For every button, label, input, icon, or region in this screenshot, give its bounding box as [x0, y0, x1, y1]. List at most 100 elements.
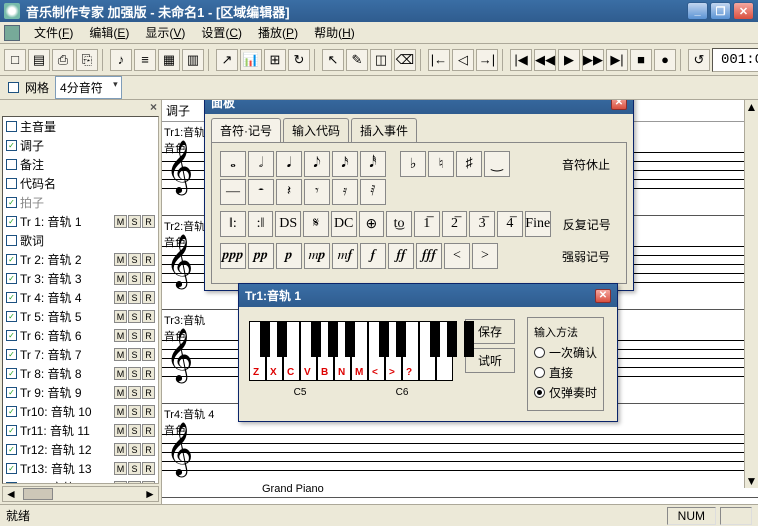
- checkbox[interactable]: ✓: [6, 444, 17, 455]
- track-panel-close[interactable]: ✕: [595, 289, 611, 303]
- sidebar-track[interactable]: ✓Tr 3: 音轨 3MSR: [3, 269, 158, 288]
- notes-panel-title[interactable]: 面板 ✕: [205, 100, 633, 114]
- symbol-button[interactable]: 𝄋: [303, 211, 329, 237]
- toolbar-tool-button[interactable]: ◫: [370, 49, 392, 71]
- piano-keyboard[interactable]: ZXCVBNM<>?: [249, 321, 453, 381]
- sidebar-track[interactable]: ✓Tr 5: 音轨 5MSR: [3, 307, 158, 326]
- m-button[interactable]: M: [114, 367, 127, 380]
- scroll-thumb[interactable]: [23, 488, 53, 500]
- r-button[interactable]: R: [142, 310, 155, 323]
- sidebar-track[interactable]: ✓Tr 8: 音轨 8MSR: [3, 364, 158, 383]
- toolbar-tool-button[interactable]: ✎: [346, 49, 368, 71]
- checkbox[interactable]: ✓: [6, 216, 17, 227]
- sidebar-group[interactable]: 备注: [3, 155, 158, 174]
- sidebar-track[interactable]: ✓Tr 4: 音轨 4MSR: [3, 288, 158, 307]
- sidebar-track[interactable]: ✓Tr 2: 音轨 2MSR: [3, 250, 158, 269]
- toolbar-edit-button[interactable]: 📊: [240, 49, 262, 71]
- symbol-button[interactable]: :‖: [248, 211, 274, 237]
- rest-button[interactable]: 𝄿: [332, 179, 358, 205]
- rest-button[interactable]: 𝄽: [276, 179, 302, 205]
- toolbar-mode-button[interactable]: ≡: [134, 49, 156, 71]
- m-button[interactable]: M: [114, 272, 127, 285]
- close-button[interactable]: ✕: [733, 2, 754, 20]
- sidebar-track[interactable]: ✓Tr11: 音轨 11MSR: [3, 421, 158, 440]
- toolbar-transport-button[interactable]: |◀: [510, 49, 532, 71]
- toolbar-tool-button[interactable]: ⌫: [394, 49, 416, 71]
- toolbar-transport-button[interactable]: ▶▶: [582, 49, 604, 71]
- checkbox[interactable]: ✓: [6, 330, 17, 341]
- black-key[interactable]: [277, 321, 287, 357]
- s-button[interactable]: S: [128, 462, 141, 475]
- r-button[interactable]: R: [142, 367, 155, 380]
- menu-编辑(E)[interactable]: 编辑(E): [81, 22, 137, 43]
- checkbox[interactable]: ✓: [6, 254, 17, 265]
- symbol-button[interactable]: DC: [331, 211, 357, 237]
- symbol-button[interactable]: 𝆑𝆑: [388, 243, 414, 269]
- symbol-button[interactable]: >: [472, 243, 498, 269]
- toolbar-file-button[interactable]: ▤: [28, 49, 50, 71]
- black-key[interactable]: [328, 321, 338, 357]
- tie-button[interactable]: ‿: [484, 151, 510, 177]
- toolbar-transport-button[interactable]: ▶: [558, 49, 580, 71]
- sidebar-track[interactable]: 歌词: [3, 231, 158, 250]
- s-button[interactable]: S: [128, 329, 141, 342]
- black-key[interactable]: [379, 321, 389, 357]
- checkbox[interactable]: ✓: [6, 292, 17, 303]
- toolbar-file-button[interactable]: □: [4, 49, 26, 71]
- checkbox[interactable]: ✓: [6, 140, 17, 151]
- checkbox[interactable]: [6, 159, 17, 170]
- s-button[interactable]: S: [128, 424, 141, 437]
- sidebar-group[interactable]: 主音量: [3, 117, 158, 136]
- checkbox[interactable]: ✓: [6, 463, 17, 474]
- toolbar-edit-button[interactable]: ↗: [216, 49, 238, 71]
- r-button[interactable]: R: [142, 215, 155, 228]
- m-button[interactable]: M: [114, 329, 127, 342]
- r-button[interactable]: R: [142, 462, 155, 475]
- black-key[interactable]: [311, 321, 321, 357]
- symbol-button[interactable]: 𝆐𝆏: [304, 243, 330, 269]
- symbol-button[interactable]: 𝆏𝆏𝆏: [220, 243, 246, 269]
- vscroll[interactable]: ▲ ▼: [744, 100, 758, 488]
- symbol-button[interactable]: 𝆏: [276, 243, 302, 269]
- toolbar-transport-button[interactable]: ▶|: [606, 49, 628, 71]
- s-button[interactable]: S: [128, 272, 141, 285]
- symbol-button[interactable]: 2̅: [442, 211, 468, 237]
- scroll-right-icon[interactable]: ►: [142, 487, 158, 501]
- checkbox[interactable]: ✓: [6, 349, 17, 360]
- scroll-down-icon[interactable]: ▼: [745, 474, 758, 488]
- toolbar-transport-button[interactable]: ●: [654, 49, 676, 71]
- black-key[interactable]: [396, 321, 406, 357]
- rest-button[interactable]: 𝄼: [248, 179, 274, 205]
- panel-tab[interactable]: 音符·记号: [211, 118, 281, 142]
- note-button[interactable]: 𝅝: [220, 151, 246, 177]
- minimize-button[interactable]: _: [687, 2, 708, 20]
- input-method-radio[interactable]: 一次确认: [534, 344, 597, 361]
- note-button[interactable]: 𝅘𝅥𝅮: [304, 151, 330, 177]
- checkbox[interactable]: ✓: [6, 406, 17, 417]
- s-button[interactable]: S: [128, 215, 141, 228]
- black-key[interactable]: [345, 321, 355, 357]
- toolbar-file-button[interactable]: ⎙: [52, 49, 74, 71]
- black-key[interactable]: [447, 321, 457, 357]
- symbol-button[interactable]: <: [444, 243, 470, 269]
- accidental-button[interactable]: ♯: [456, 151, 482, 177]
- checkbox[interactable]: [6, 178, 17, 189]
- toolbar-transport-button[interactable]: ◀◀: [534, 49, 556, 71]
- s-button[interactable]: S: [128, 443, 141, 456]
- s-button[interactable]: S: [128, 367, 141, 380]
- symbol-button[interactable]: ‖:: [220, 211, 246, 237]
- sidebar-track[interactable]: ✓Tr14: 音轨 14MSR: [3, 478, 158, 484]
- m-button[interactable]: M: [114, 424, 127, 437]
- checkbox[interactable]: [6, 121, 17, 132]
- menu-帮助(H)[interactable]: 帮助(H): [306, 22, 363, 43]
- s-button[interactable]: S: [128, 405, 141, 418]
- r-button[interactable]: R: [142, 291, 155, 304]
- track-panel-title[interactable]: Tr1:音轨 1 ✕: [239, 284, 617, 307]
- scroll-up-icon[interactable]: ▲: [745, 100, 758, 114]
- panel-tab[interactable]: 插入事件: [351, 118, 417, 142]
- symbol-button[interactable]: 4̅: [497, 211, 523, 237]
- scroll-left-icon[interactable]: ◄: [3, 487, 19, 501]
- checkbox[interactable]: ✓: [6, 197, 17, 208]
- symbol-button[interactable]: Fine: [525, 211, 551, 237]
- m-button[interactable]: M: [114, 291, 127, 304]
